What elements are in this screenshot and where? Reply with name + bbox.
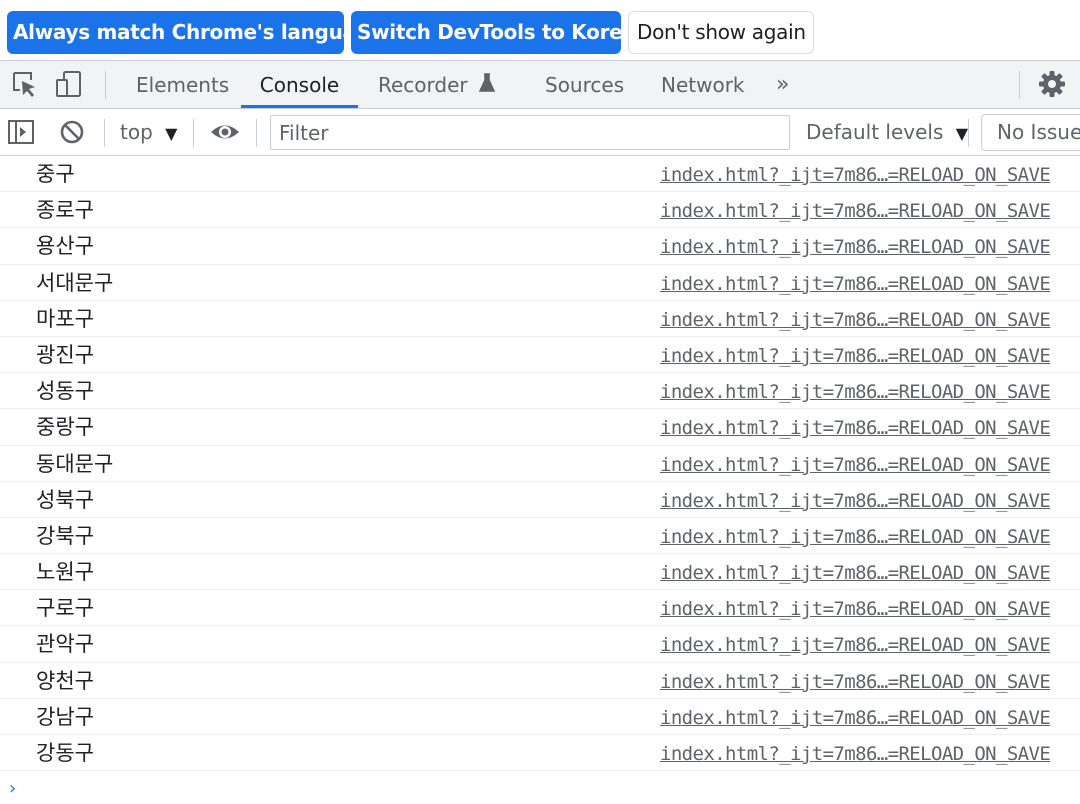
console-message-text: 강북구 xyxy=(36,523,94,548)
devtools-tab-bar: Elements Console Recorder Sources Networ… xyxy=(0,60,1080,109)
flask-icon xyxy=(478,73,496,92)
console-message-text: 용산구 xyxy=(36,234,94,259)
clear-console-icon[interactable] xyxy=(57,117,87,147)
toolbar-divider xyxy=(193,119,194,147)
console-message-text: 노원구 xyxy=(36,560,94,585)
source-link[interactable]: index.html?_ijt=7m86…=RELOAD_ON_SAVE xyxy=(660,192,1051,230)
more-tabs-button[interactable]: » xyxy=(776,61,789,108)
chevron-down-icon: ▼ xyxy=(955,124,969,143)
console-message-row: 중랑구 index.html?_ijt=7m86…=RELOAD_ON_SAVE xyxy=(0,409,1080,447)
console-message-row: 용산구 index.html?_ijt=7m86…=RELOAD_ON_SAVE xyxy=(0,228,1080,266)
context-label: top xyxy=(120,120,153,144)
toolbar-divider xyxy=(104,119,105,147)
toolbar-divider xyxy=(1019,71,1020,99)
console-message-row: 구로구 index.html?_ijt=7m86…=RELOAD_ON_SAVE xyxy=(0,590,1080,628)
source-link[interactable]: index.html?_ijt=7m86…=RELOAD_ON_SAVE xyxy=(660,518,1051,556)
console-message-row: 강동구 index.html?_ijt=7m86…=RELOAD_ON_SAVE xyxy=(0,735,1080,773)
dropdown-caret-icon: ▼ xyxy=(165,124,178,143)
filter-input[interactable] xyxy=(270,115,790,150)
source-link[interactable]: index.html?_ijt=7m86…=RELOAD_ON_SAVE xyxy=(660,265,1051,303)
log-levels-dropdown[interactable]: Default levels ▼ xyxy=(806,109,968,157)
console-message-row: 서대문구 index.html?_ijt=7m86…=RELOAD_ON_SAVE xyxy=(0,265,1080,301)
inspect-element-icon[interactable] xyxy=(9,69,39,99)
device-toolbar-icon[interactable] xyxy=(54,69,84,99)
gear-icon[interactable] xyxy=(1037,69,1067,99)
switch-to-korean-button[interactable]: Switch DevTools to Korean xyxy=(351,11,650,54)
console-message-text: 양천구 xyxy=(36,668,94,693)
source-link[interactable]: index.html?_ijt=7m86…=RELOAD_ON_SAVE xyxy=(660,156,1051,194)
issues-button[interactable]: No Issues xyxy=(981,114,1080,151)
source-link[interactable]: index.html?_ijt=7m86…=RELOAD_ON_SAVE xyxy=(660,699,1051,737)
tab-sources[interactable]: Sources xyxy=(545,61,624,108)
console-message-row: 광진구 index.html?_ijt=7m86…=RELOAD_ON_SAVE xyxy=(0,337,1080,375)
source-link[interactable]: index.html?_ijt=7m86…=RELOAD_ON_SAVE xyxy=(660,228,1051,266)
console-message-row: 중구 index.html?_ijt=7m86…=RELOAD_ON_SAVE xyxy=(0,156,1080,194)
source-link[interactable]: index.html?_ijt=7m86…=RELOAD_ON_SAVE xyxy=(660,446,1051,484)
tab-recorder[interactable]: Recorder xyxy=(378,61,496,108)
console-message-text: 마포구 xyxy=(36,306,94,331)
sidebar-toggle-icon[interactable] xyxy=(6,117,36,147)
source-link[interactable]: index.html?_ijt=7m86…=RELOAD_ON_SAVE xyxy=(660,590,1051,628)
source-link[interactable]: index.html?_ijt=7m86…=RELOAD_ON_SAVE xyxy=(660,373,1051,411)
tab-network[interactable]: Network xyxy=(661,61,745,108)
console-message-text: 종로구 xyxy=(36,198,94,223)
console-message-row: 성동구 index.html?_ijt=7m86…=RELOAD_ON_SAVE xyxy=(0,373,1080,411)
tab-console[interactable]: Console xyxy=(241,61,358,108)
console-message-row: 양천구 index.html?_ijt=7m86…=RELOAD_ON_SAVE xyxy=(0,663,1080,699)
console-message-text: 동대문구 xyxy=(36,451,114,476)
console-message-row: 동대문구 index.html?_ijt=7m86…=RELOAD_ON_SAVE xyxy=(0,446,1080,482)
log-levels-label: Default levels xyxy=(806,120,944,144)
console-message-text: 강남구 xyxy=(36,704,94,729)
toolbar-divider xyxy=(256,119,257,147)
source-link[interactable]: index.html?_ijt=7m86…=RELOAD_ON_SAVE xyxy=(660,663,1051,701)
console-message-row: 강남구 index.html?_ijt=7m86…=RELOAD_ON_SAVE xyxy=(0,699,1080,735)
tab-elements[interactable]: Elements xyxy=(136,61,229,108)
eye-icon[interactable] xyxy=(209,117,239,147)
context-selector[interactable]: top ▼ xyxy=(120,109,177,157)
source-link[interactable]: index.html?_ijt=7m86…=RELOAD_ON_SAVE xyxy=(660,409,1051,447)
console-messages: 중구 index.html?_ijt=7m86…=RELOAD_ON_SAVE 종로… xyxy=(0,156,1080,773)
console-message-text: 서대문구 xyxy=(36,270,114,295)
source-link[interactable]: index.html?_ijt=7m86…=RELOAD_ON_SAVE xyxy=(660,482,1051,520)
console-message-text: 광진구 xyxy=(36,342,94,367)
console-message-text: 구로구 xyxy=(36,596,94,621)
always-match-language-button[interactable]: Always match Chrome's language xyxy=(7,11,383,54)
console-message-text: 강동구 xyxy=(36,741,94,765)
console-message-row: 강북구 index.html?_ijt=7m86…=RELOAD_ON_SAVE xyxy=(0,518,1080,556)
source-link[interactable]: index.html?_ijt=7m86…=RELOAD_ON_SAVE xyxy=(660,337,1051,375)
console-message-text: 성동구 xyxy=(36,379,94,404)
console-message-row: 종로구 index.html?_ijt=7m86…=RELOAD_ON_SAVE xyxy=(0,192,1080,230)
source-link[interactable]: index.html?_ijt=7m86…=RELOAD_ON_SAVE xyxy=(660,554,1051,592)
toolbar-divider xyxy=(105,71,106,99)
console-message-row: 성북구 index.html?_ijt=7m86…=RELOAD_ON_SAVE xyxy=(0,482,1080,518)
console-message-row: 마포구 index.html?_ijt=7m86…=RELOAD_ON_SAVE xyxy=(0,301,1080,337)
tab-recorder-label: Recorder xyxy=(378,73,468,97)
console-message-text: 중랑구 xyxy=(36,415,94,440)
source-link[interactable]: index.html?_ijt=7m86…=RELOAD_ON_SAVE xyxy=(660,301,1051,339)
source-link[interactable]: index.html?_ijt=7m86…=RELOAD_ON_SAVE xyxy=(660,626,1051,664)
toolbar-divider xyxy=(968,119,969,147)
source-link[interactable]: index.html?_ijt=7m86…=RELOAD_ON_SAVE xyxy=(660,735,1051,773)
console-toolbar: top ▼ Default levels ▼ No Issues xyxy=(0,109,1080,156)
console-message-row: 관악구 index.html?_ijt=7m86…=RELOAD_ON_SAVE xyxy=(0,626,1080,664)
console-message-row: 노원구 index.html?_ijt=7m86…=RELOAD_ON_SAVE xyxy=(0,554,1080,592)
console-message-text: 중구 xyxy=(36,162,75,186)
console-message-text: 관악구 xyxy=(36,632,94,657)
dont-show-again-button[interactable]: Don't show again xyxy=(628,11,814,54)
console-message-text: 성북구 xyxy=(36,487,94,512)
console-prompt[interactable]: › xyxy=(9,778,16,799)
language-infobar: Always match Chrome's language Switch De… xyxy=(0,0,1080,60)
